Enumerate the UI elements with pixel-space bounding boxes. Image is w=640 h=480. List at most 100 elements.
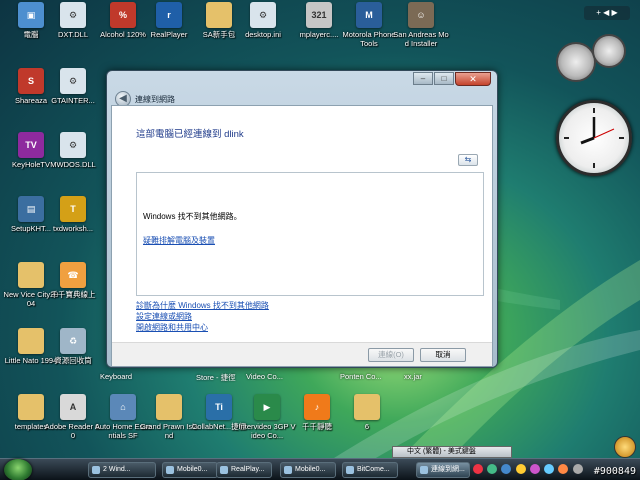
desktop-icon-label: DXT.DLL xyxy=(57,30,88,39)
helpdesk-icon: ☎ xyxy=(60,262,86,288)
dialog-footer: 連線(O) 取消 xyxy=(112,342,492,366)
desktop-icon-label: 資源回收筒 xyxy=(54,356,92,365)
desktop-icon-label: xx.jar xyxy=(404,372,422,381)
desktop-icon[interactable]: 6 xyxy=(338,394,396,431)
desktop-icon-label: Store - 捷徑 xyxy=(196,373,236,382)
sa-mod-icon: ☺ xyxy=(408,2,434,28)
setup-connection-link[interactable]: 設定連線或網路 xyxy=(136,311,192,322)
close-button[interactable]: ✕ xyxy=(455,72,491,86)
dll-file-icon: ⚙ xyxy=(60,2,86,28)
desktop-icon[interactable]: M Motorola Phone Tools xyxy=(340,2,398,48)
alcohol-icon: % xyxy=(110,2,136,28)
motorola-icon: M xyxy=(356,2,382,28)
desktop-icon-label: Ponten Co... xyxy=(340,372,382,381)
taskbar-button[interactable]: RealPlay... xyxy=(216,462,272,478)
desktop-icon[interactable]: ⚙ MWDOS.DLL xyxy=(44,132,102,169)
maximize-button[interactable]: □ xyxy=(434,72,454,85)
system-tray xyxy=(472,462,590,478)
taskbar-button[interactable]: Mobile0... xyxy=(162,462,218,478)
diagnose-link[interactable]: 診斷為什麼 Windows 找不到其他網路 xyxy=(136,300,269,311)
shareaza-icon: S xyxy=(18,68,44,94)
txd-icon: T xyxy=(60,196,86,222)
memory-gauge xyxy=(592,34,626,68)
analog-clock xyxy=(556,100,632,176)
desktop-icon-label: Shareaza xyxy=(14,96,48,105)
desktop-icon-label: RealPlayer xyxy=(150,30,188,39)
recycle-bin-icon: ♻ xyxy=(60,328,86,354)
ttplayer-icon: ♪ xyxy=(304,394,330,420)
tray-icon[interactable] xyxy=(529,464,540,474)
desktop-icon-label: mplayerc.... xyxy=(299,30,339,39)
language-bar[interactable]: 中文 (繁體) - 美式鍵盤 xyxy=(392,446,512,458)
desktop-icon-label: 千千寶典線上 xyxy=(50,290,96,299)
sidebar-controls[interactable]: + ◀ ▶ xyxy=(584,6,630,20)
tray-icon[interactable] xyxy=(501,464,512,474)
taskbar: 2 Wind... Mobile0... RealPlay... Mobile0...… xyxy=(0,458,640,480)
adobe-reader-icon: A xyxy=(60,394,86,420)
taskbar-button[interactable]: 連線到網... xyxy=(416,462,470,478)
network-list-panel: Windows 找不到其他網路。 疑難排解電腦及裝置 xyxy=(136,172,484,296)
desktop-icon[interactable]: ♻ 資源回收筒 xyxy=(44,328,102,365)
desktop-icon-label: GTAINTER... xyxy=(51,96,95,105)
intervideo-icon: ▶ xyxy=(254,394,280,420)
dialog-title: 連線到網路 xyxy=(135,95,175,104)
folder-icon xyxy=(18,328,44,354)
tray-icon[interactable] xyxy=(558,464,569,474)
connection-heading: 這部電腦已經連線到 dlink xyxy=(136,129,244,140)
desktop-icon-label: Video Co... xyxy=(246,372,283,381)
connect-button[interactable]: 連線(O) xyxy=(368,348,414,362)
desktop-icon-label: San Andreas Mod Installer xyxy=(393,30,449,48)
no-networks-message: Windows 找不到其他網路。 xyxy=(143,212,242,221)
desktop-icon-label: SA新手包 xyxy=(202,30,236,39)
keyholetv-icon: TV xyxy=(18,132,44,158)
dialog-content: 這部電腦已經連線到 dlink ⇆ Windows 找不到其他網路。 疑難排解電… xyxy=(111,105,493,367)
tray-icon[interactable] xyxy=(572,464,583,474)
desktop-icon-label: desktop.ini xyxy=(245,30,281,39)
sidebar-toggle-icon[interactable] xyxy=(614,436,636,458)
dialog-titlebar[interactable]: – □ ✕ ◀ 連線到網路 xyxy=(107,71,497,107)
tray-icon[interactable] xyxy=(473,464,483,474)
tray-icon[interactable] xyxy=(515,464,526,474)
taskbar-button[interactable]: 2 Wind... xyxy=(88,462,156,478)
autohome-icon: ⌂ xyxy=(110,394,136,420)
folder-icon xyxy=(354,394,380,420)
desktop-icon-label: Keyboard xyxy=(100,372,133,381)
mplayer-icon: 321 xyxy=(306,2,332,28)
cpu-gauge xyxy=(556,42,596,82)
desktop-icon-label: MWDOS.DLL xyxy=(50,160,96,169)
folder-icon xyxy=(156,394,182,420)
refresh-icon[interactable]: ⇆ xyxy=(458,154,478,166)
minimize-button[interactable]: – xyxy=(413,72,433,85)
connect-to-network-dialog: – □ ✕ ◀ 連線到網路 這部電腦已經連線到 dlink ⇆ Windows … xyxy=(106,70,498,368)
cancel-button[interactable]: 取消 xyxy=(420,348,466,362)
desktop-icon-label: templates xyxy=(14,422,48,431)
realplayer-icon: r xyxy=(156,2,182,28)
desktop-icon-label: txdworksh... xyxy=(52,224,93,233)
dll-file-icon: ⚙ xyxy=(60,68,86,94)
desktop-icon[interactable]: ☺ San Andreas Mod Installer xyxy=(392,2,450,48)
desktop-icon-label: 千千靜聽 xyxy=(302,422,332,431)
computer-icon: ▣ xyxy=(18,2,44,28)
start-button[interactable] xyxy=(4,459,32,480)
setup-icon: ▤ xyxy=(18,196,44,222)
desktop-icon[interactable]: Ttxdworksh... xyxy=(44,196,102,233)
taskbar-button[interactable]: Mobile0... xyxy=(280,462,336,478)
folder-icon xyxy=(18,262,44,288)
desktop-icon[interactable]: ⚙ GTAINTER... xyxy=(44,68,102,105)
desktop-icon[interactable]: ⚙ desktop.ini xyxy=(234,2,292,39)
network-center-link[interactable]: 開啟網路和共用中心 xyxy=(136,322,208,333)
watermark-id: #900849 xyxy=(593,466,636,477)
tray-icon[interactable] xyxy=(544,464,555,474)
desktop-icon-label: Motorola Phone Tools xyxy=(342,30,396,48)
desktop-icon[interactable]: ☎ 千千寶典線上 xyxy=(44,262,102,299)
folder-icon xyxy=(18,394,44,420)
desktop-icon-label: 電腦 xyxy=(23,30,39,39)
collabnet-icon: Ti xyxy=(206,394,232,420)
desktop-icon-label: 6 xyxy=(364,422,370,431)
folder-icon xyxy=(206,2,232,28)
ini-file-icon: ⚙ xyxy=(250,2,276,28)
taskbar-button[interactable]: BitCome... xyxy=(342,462,398,478)
tray-icon[interactable] xyxy=(487,464,498,474)
troubleshoot-link[interactable]: 疑難排解電腦及裝置 xyxy=(143,235,215,246)
dll-file-icon: ⚙ xyxy=(60,132,86,158)
